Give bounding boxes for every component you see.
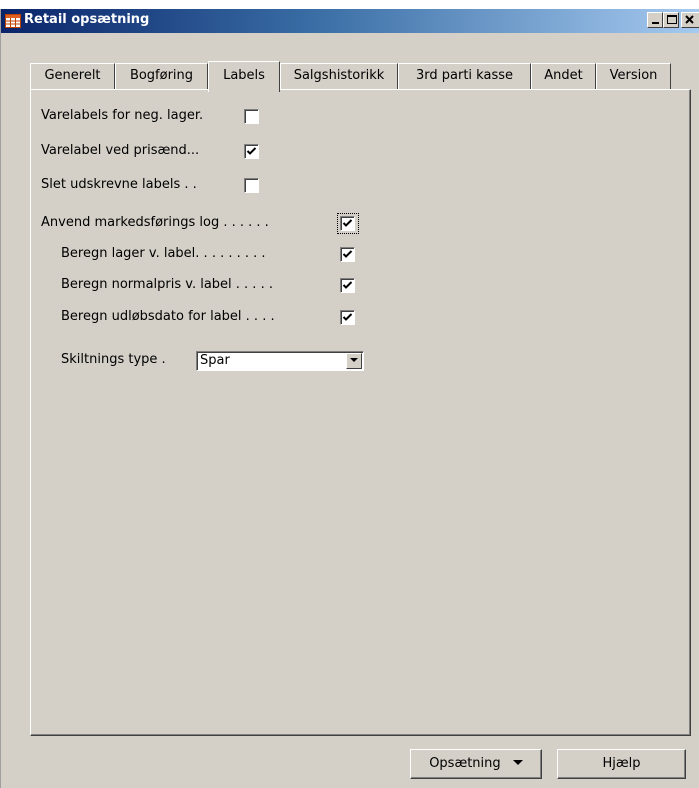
checkmark-icon <box>246 147 257 155</box>
chevron-down-icon <box>350 358 358 362</box>
field-label: Beregn udløbsdato for label . . . . <box>61 309 275 324</box>
field-label: Beregn lager v. label. . . . . . . . . <box>61 246 266 261</box>
close-button[interactable] <box>681 12 699 28</box>
opsaetning-button[interactable]: Opsætning <box>410 749 542 779</box>
field-label: Beregn normalpris v. label . . . . . <box>61 277 273 292</box>
field-label: Anvend markedsførings log . . . . . . <box>41 215 269 230</box>
title-bar[interactable]: Retail opsætning <box>1 9 699 33</box>
field-label: Varelabels for neg. lager. <box>41 108 204 123</box>
table-icon <box>5 14 21 28</box>
tab-salgshistorikk[interactable]: Salgshistorikk <box>280 63 398 90</box>
chevron-down-icon <box>512 760 523 765</box>
field-label: Skiltnings type . <box>61 352 166 367</box>
tab-labels[interactable]: Labels <box>208 61 280 92</box>
maximize-button[interactable] <box>663 12 679 28</box>
beregn-udlob-checkbox[interactable] <box>340 310 355 325</box>
close-icon <box>685 15 694 24</box>
tab-bogforing[interactable]: Bogføring <box>115 63 208 90</box>
retail-setup-window: Retail opsætning Generelt Bogføring Labe… <box>0 9 699 788</box>
checkmark-icon <box>342 219 353 227</box>
neg-lager-checkbox[interactable] <box>244 109 259 124</box>
dropdown-button[interactable] <box>346 353 362 369</box>
prisaend-checkbox[interactable] <box>244 144 259 159</box>
window-title: Retail opsætning <box>24 12 150 27</box>
field-label: Varelabel ved prisænd... <box>41 143 200 158</box>
select-value: Spar <box>200 353 230 368</box>
field-label: Slet udskrevne labels . . <box>41 177 197 192</box>
markedsforings-checkbox[interactable] <box>340 216 355 231</box>
beregn-lager-checkbox[interactable] <box>340 247 355 262</box>
slet-checkbox[interactable] <box>244 178 259 193</box>
tab-andet[interactable]: Andet <box>531 63 596 90</box>
tab-3rd-parti-kasse[interactable]: 3rd parti kasse <box>398 63 531 90</box>
checkmark-icon <box>342 313 353 321</box>
beregn-normalpris-checkbox[interactable] <box>340 278 355 293</box>
checkmark-icon <box>342 281 353 289</box>
maximize-icon <box>667 15 677 24</box>
button-label: Opsætning <box>429 756 501 771</box>
checkmark-icon <box>342 250 353 258</box>
tab-version[interactable]: Version <box>596 63 671 90</box>
skiltnings-type-select[interactable]: Spar <box>196 351 364 371</box>
hjaelp-button[interactable]: Hjælp <box>557 749 686 779</box>
tab-generelt[interactable]: Generelt <box>30 63 115 90</box>
minimize-button[interactable] <box>647 12 663 28</box>
minimize-icon <box>652 22 659 24</box>
